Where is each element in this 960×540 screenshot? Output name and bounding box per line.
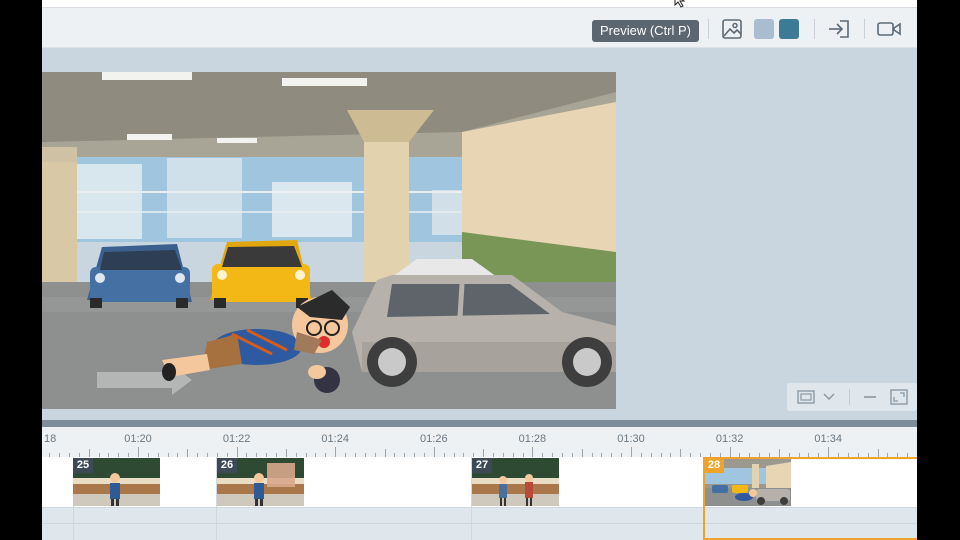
ruler-tick	[729, 447, 731, 457]
ruler-tick	[778, 449, 780, 457]
tick-label: 01:32	[715, 433, 744, 445]
scene-number-badge: 26	[217, 458, 237, 473]
tick-label: 01:30	[617, 433, 645, 445]
toolbar-separator	[708, 19, 709, 39]
ruler-tick	[384, 449, 386, 457]
ruler-tick	[236, 447, 238, 457]
track-line	[42, 523, 917, 524]
blue-car	[87, 244, 192, 308]
parking-garage-scene	[42, 72, 616, 409]
ruler-tick	[433, 447, 435, 457]
timeline-divider[interactable]	[42, 420, 917, 427]
scene-thumbnail-selected[interactable]: 28	[704, 458, 791, 506]
top-edge	[42, 0, 917, 8]
yellow-car	[210, 240, 312, 308]
tick-label: 01:26	[420, 433, 448, 445]
camera-icon[interactable]	[877, 17, 901, 41]
ruler-tick	[187, 449, 189, 457]
ruler-tick	[88, 449, 90, 457]
scene-thumbnail[interactable]: 26	[217, 458, 304, 506]
tick-label: 01:22	[222, 433, 251, 445]
scene-number-badge: 27	[472, 458, 492, 473]
ruler-tick	[483, 449, 485, 457]
preview-tooltip: Preview (Ctrl P)	[592, 20, 700, 42]
ruler-tick	[532, 447, 534, 457]
image-icon[interactable]	[720, 17, 744, 41]
toolbar-separator	[864, 19, 865, 39]
ruler-tick	[138, 447, 139, 457]
swatch-dark[interactable]	[779, 19, 799, 39]
zoom-separator	[849, 389, 850, 405]
scene-canvas[interactable]	[42, 72, 616, 409]
expand-icon[interactable]	[889, 388, 909, 406]
ruler-tick	[631, 447, 632, 457]
chevron-down-icon[interactable]	[821, 388, 837, 406]
mouse-cursor-icon	[674, 0, 686, 8]
scene-number-badge: 28	[704, 458, 724, 473]
editor-app: Preview (Ctrl P) 18 01:20 01:22 01:24 01…	[42, 0, 917, 540]
toolbar-separator	[814, 19, 815, 39]
ruler-tick	[680, 449, 682, 457]
audio-track[interactable]	[42, 507, 917, 540]
enter-icon[interactable]	[827, 17, 851, 41]
minus-icon[interactable]	[861, 388, 879, 406]
ruler-tick	[285, 449, 287, 457]
ruler-tick	[581, 449, 583, 457]
scene-thumbnail[interactable]: 27	[472, 458, 559, 506]
toolbar: Preview (Ctrl P)	[42, 8, 917, 48]
tick-label: 01:20	[124, 433, 152, 445]
ruler-tick	[877, 449, 879, 457]
scene-number-badge: 25	[73, 458, 93, 473]
scene-thumbnail[interactable]: 25	[73, 458, 160, 506]
tick-label: 01:28	[518, 433, 547, 445]
zoom-controls	[787, 383, 917, 411]
swatch-light[interactable]	[754, 19, 774, 39]
timeline-ruler[interactable]: 18 01:20 01:22 01:24 01:26 01:28 01:30 01:32 01…	[42, 427, 917, 457]
ruler-tick	[335, 447, 337, 457]
tick-label: 01:24	[321, 433, 349, 445]
tick-label: 01:34	[814, 433, 842, 445]
stage-area	[42, 48, 917, 420]
frame-icon[interactable]	[795, 388, 817, 406]
tick-label: 18	[44, 433, 57, 445]
ruler-tick	[828, 447, 830, 457]
